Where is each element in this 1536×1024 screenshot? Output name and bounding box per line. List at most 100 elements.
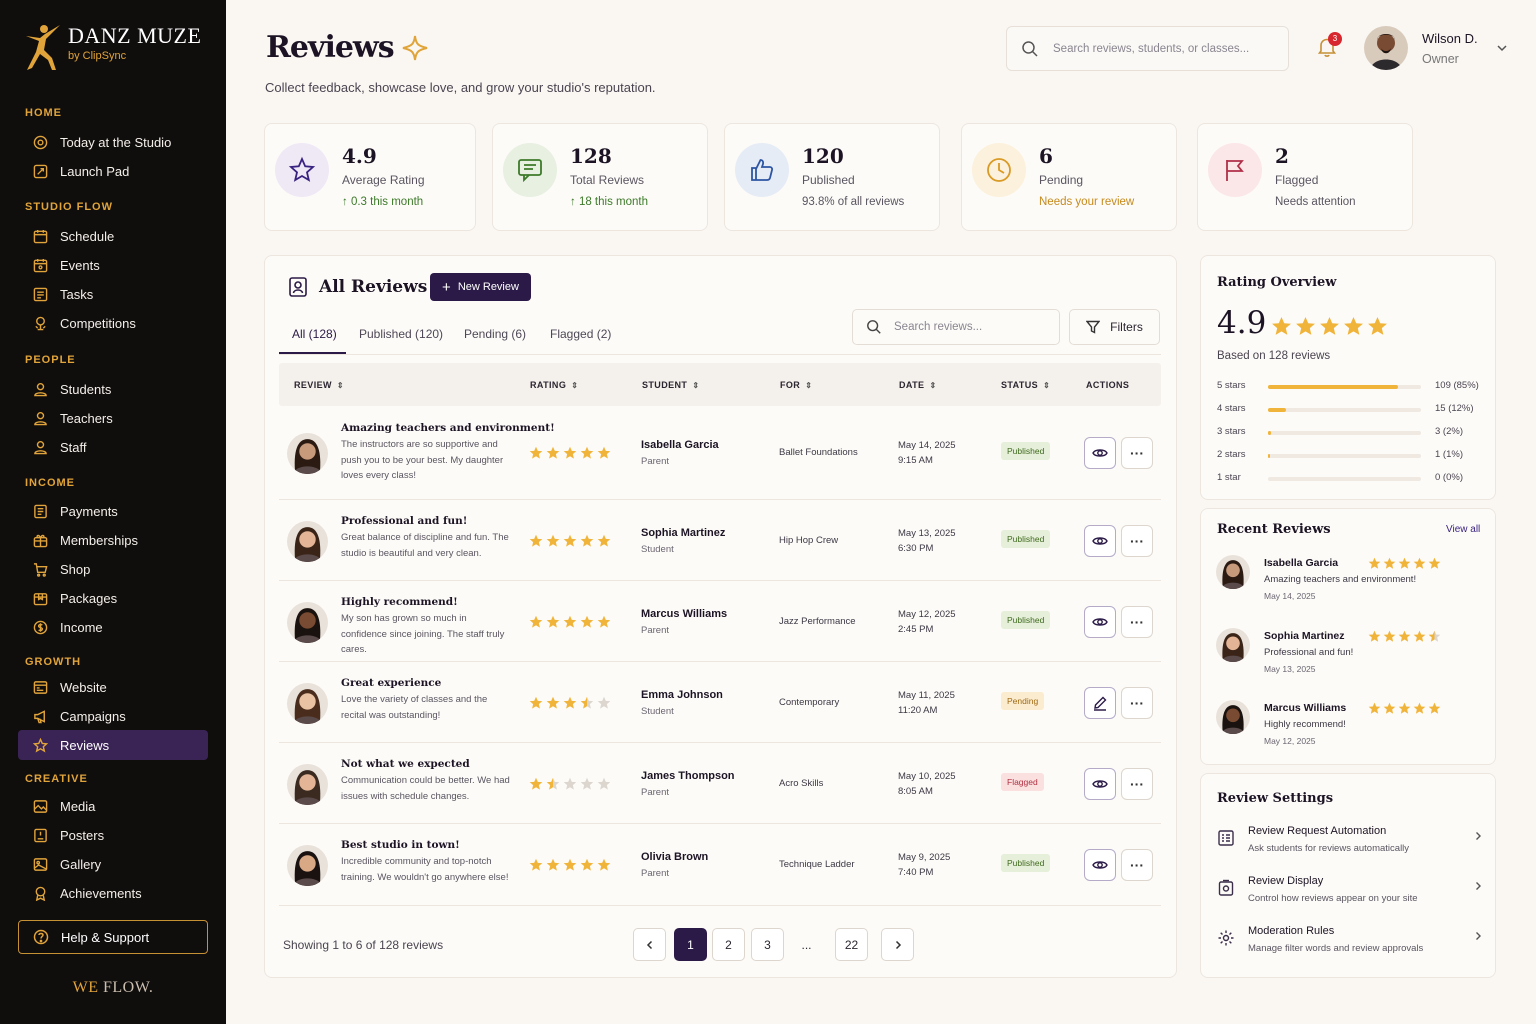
setting-review-display[interactable]: Review Display Control how reviews appea… bbox=[1217, 875, 1487, 915]
nav-schedule[interactable]: Schedule bbox=[18, 221, 208, 251]
recent-review-item[interactable]: Marcus Williams Highly recommend! May 12… bbox=[1216, 699, 1486, 759]
nav-achievements[interactable]: Achievements bbox=[18, 878, 208, 908]
pagination-summary: Showing 1 to 6 of 128 reviews bbox=[283, 938, 444, 952]
star-icon bbox=[1383, 630, 1396, 643]
new-review-button[interactable]: + New Review bbox=[430, 273, 531, 301]
nav-tasks[interactable]: Tasks bbox=[18, 279, 208, 309]
recent-review-item[interactable]: Isabella Garcia Amazing teachers and env… bbox=[1216, 554, 1486, 614]
nav-memberships[interactable]: Memberships bbox=[18, 525, 208, 555]
date-text: May 13, 2025 bbox=[898, 527, 956, 539]
setting-request-automation[interactable]: Review Request Automation Ask students f… bbox=[1217, 825, 1487, 865]
filters-label: Filters bbox=[1110, 320, 1143, 334]
more-button[interactable]: ··· bbox=[1121, 849, 1153, 881]
page-1[interactable]: 1 bbox=[674, 928, 707, 961]
tab-flagged[interactable]: Flagged (2) bbox=[550, 327, 611, 341]
view-all-link[interactable]: View all bbox=[1446, 524, 1480, 535]
nav-launch-pad[interactable]: Launch Pad bbox=[18, 156, 208, 186]
edit-button[interactable] bbox=[1084, 686, 1116, 719]
more-button[interactable]: ··· bbox=[1121, 605, 1153, 638]
col-review[interactable]: REVIEW ⇕ bbox=[294, 380, 344, 390]
nav-events[interactable]: Events bbox=[18, 250, 208, 280]
nav-shop[interactable]: Shop bbox=[18, 554, 208, 584]
more-icon: ··· bbox=[1130, 857, 1144, 873]
page-22[interactable]: 22 bbox=[835, 928, 868, 961]
star-icon bbox=[1383, 702, 1396, 715]
col-student[interactable]: STUDENT ⇕ bbox=[642, 380, 699, 390]
more-button[interactable]: ··· bbox=[1121, 436, 1153, 469]
more-button[interactable]: ··· bbox=[1121, 767, 1153, 800]
page-3[interactable]: 3 bbox=[751, 928, 784, 961]
page-ellipsis: ... bbox=[801, 937, 812, 952]
next-page-button[interactable] bbox=[881, 928, 914, 961]
filters-button[interactable]: Filters bbox=[1069, 309, 1160, 345]
more-button[interactable]: ··· bbox=[1121, 524, 1153, 557]
nav-media[interactable]: Media bbox=[18, 791, 208, 821]
nav-today[interactable]: Today at the Studio bbox=[18, 127, 208, 157]
nav-students[interactable]: Students bbox=[18, 374, 208, 404]
view-button[interactable] bbox=[1084, 605, 1116, 638]
nav-posters[interactable]: Posters bbox=[18, 820, 208, 850]
star-icon bbox=[1413, 702, 1426, 715]
help-support-button[interactable]: Help & Support bbox=[18, 920, 208, 954]
nav-website[interactable]: Website bbox=[18, 672, 208, 702]
star-icon bbox=[563, 615, 577, 629]
col-for[interactable]: FOR ⇕ bbox=[780, 380, 812, 390]
page-2[interactable]: 2 bbox=[712, 928, 745, 961]
sort-icon: ⇕ bbox=[1043, 381, 1051, 390]
search-placeholder: Search reviews, students, or classes... bbox=[1053, 42, 1250, 55]
tab-all[interactable]: All (128) bbox=[292, 327, 337, 341]
rating-bar-row: 4 stars 15 (12%) bbox=[1217, 403, 1482, 417]
star-icon bbox=[546, 534, 560, 548]
reviews-search-input[interactable]: Search reviews... bbox=[852, 309, 1060, 345]
sparkle-icon bbox=[402, 35, 427, 60]
student-role: Parent bbox=[641, 455, 669, 467]
more-button[interactable]: ··· bbox=[1121, 686, 1153, 719]
view-button[interactable] bbox=[1084, 849, 1116, 881]
time-text: 9:15 AM bbox=[898, 454, 933, 466]
col-status[interactable]: STATUS ⇕ bbox=[1001, 380, 1050, 390]
bar-count: 15 (12%) bbox=[1435, 403, 1474, 414]
view-button[interactable] bbox=[1084, 436, 1116, 469]
star-icon bbox=[529, 534, 543, 548]
nav-competitions[interactable]: Competitions bbox=[18, 308, 208, 338]
tab-published[interactable]: Published (120) bbox=[359, 327, 443, 341]
chevron-right-icon bbox=[895, 940, 901, 949]
global-search-input[interactable]: Search reviews, students, or classes... bbox=[1006, 26, 1289, 71]
bar-count: 1 (1%) bbox=[1435, 449, 1463, 460]
nav-gallery[interactable]: Gallery bbox=[18, 849, 208, 879]
student-role: Student bbox=[641, 543, 674, 555]
col-label: RATING bbox=[530, 380, 567, 390]
gear-icon bbox=[1217, 929, 1235, 950]
avatar bbox=[287, 845, 328, 886]
notifications-button[interactable]: 3 bbox=[1316, 32, 1342, 61]
view-button[interactable] bbox=[1084, 524, 1116, 557]
nav-campaigns[interactable]: Campaigns bbox=[18, 701, 208, 731]
review-content: Not what we expected Communication could… bbox=[341, 758, 513, 804]
view-button[interactable] bbox=[1084, 767, 1116, 800]
star-icon bbox=[1428, 702, 1441, 715]
star-icon bbox=[1367, 316, 1388, 337]
more-icon: ··· bbox=[1130, 532, 1144, 549]
nav-teachers[interactable]: Teachers bbox=[18, 403, 208, 433]
nav-income[interactable]: Income bbox=[18, 612, 208, 642]
nav-reviews[interactable]: Reviews bbox=[18, 730, 208, 760]
col-date[interactable]: DATE ⇕ bbox=[899, 380, 937, 390]
nav-staff[interactable]: Staff bbox=[18, 432, 208, 462]
prev-page-button[interactable] bbox=[633, 928, 666, 961]
avatar bbox=[1216, 700, 1250, 734]
nav-payments[interactable]: Payments bbox=[18, 496, 208, 526]
tab-pending[interactable]: Pending (6) bbox=[464, 327, 526, 341]
star-icon bbox=[580, 615, 594, 629]
review-content: Great experience Love the variety of cla… bbox=[341, 677, 513, 723]
star-icon bbox=[597, 777, 611, 791]
more-icon: ··· bbox=[1130, 775, 1144, 792]
recent-review-item[interactable]: Sophia Martinez Professional and fun! Ma… bbox=[1216, 627, 1486, 687]
nav-label: Memberships bbox=[60, 532, 139, 548]
date-text: May 9, 2025 bbox=[898, 852, 951, 863]
setting-moderation-rules[interactable]: Moderation Rules Manage filter words and… bbox=[1217, 925, 1487, 965]
brand[interactable]: DANZ MUZE by ClipSync bbox=[22, 22, 201, 72]
star-icon bbox=[1398, 702, 1411, 715]
nav-packages[interactable]: Packages bbox=[18, 583, 208, 613]
user-menu[interactable]: Wilson D. Owner bbox=[1364, 26, 1507, 70]
col-rating[interactable]: RATING ⇕ bbox=[530, 380, 578, 390]
